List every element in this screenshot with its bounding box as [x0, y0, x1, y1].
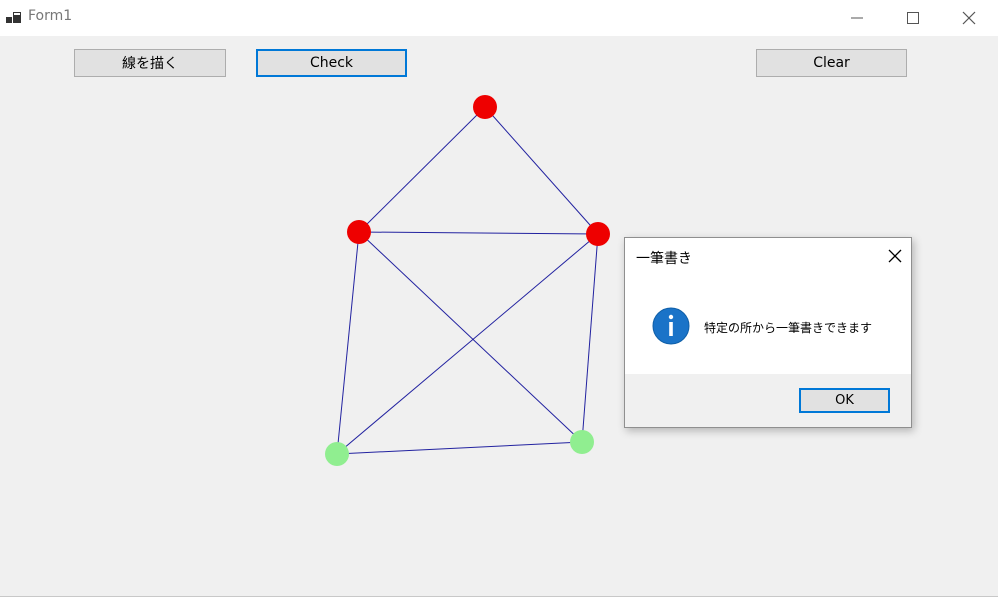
minimize-button[interactable] [834, 0, 880, 36]
graph-nodes [325, 95, 610, 466]
dialog-footer: OK [625, 374, 911, 427]
dialog-title: 一筆書き [636, 251, 692, 267]
maximize-icon [907, 12, 919, 24]
message-dialog: 一筆書き 特定の所から一筆書きできます OK [624, 237, 912, 428]
edge-bottom-left-bottom-right [336, 441, 583, 455]
node-top[interactable] [473, 95, 497, 119]
edge-mid-right-bottom-left [336, 233, 599, 455]
window-title: Form1 [28, 8, 73, 24]
title-bar[interactable]: Form1 [0, 0, 998, 36]
graph-edges [336, 106, 599, 455]
dialog-message: 特定の所から一筆書きできます [704, 321, 873, 335]
close-icon [962, 11, 976, 25]
node-mid-right[interactable] [586, 222, 610, 246]
node-mid-left[interactable] [347, 220, 371, 244]
node-bottom-left[interactable] [325, 442, 349, 466]
node-bottom-right[interactable] [570, 430, 594, 454]
edge-mid-right-bottom-right [581, 233, 599, 443]
edge-mid-left-mid-right [358, 231, 599, 235]
close-button[interactable] [946, 0, 992, 36]
ok-button[interactable]: OK [799, 388, 890, 413]
app-icon [6, 12, 21, 23]
edge-mid-left-bottom-left [336, 231, 360, 455]
form-window: Form1 線を描く Check Clear 一筆書き 特定の所から一筆書きでき… [0, 0, 998, 597]
edge-top-mid-left [358, 106, 486, 233]
minimize-icon [851, 17, 863, 19]
edge-mid-left-bottom-right [358, 231, 583, 443]
maximize-button[interactable] [890, 0, 936, 36]
dialog-close-icon[interactable] [887, 248, 903, 264]
info-icon [652, 307, 690, 345]
edge-top-mid-right [484, 106, 599, 235]
